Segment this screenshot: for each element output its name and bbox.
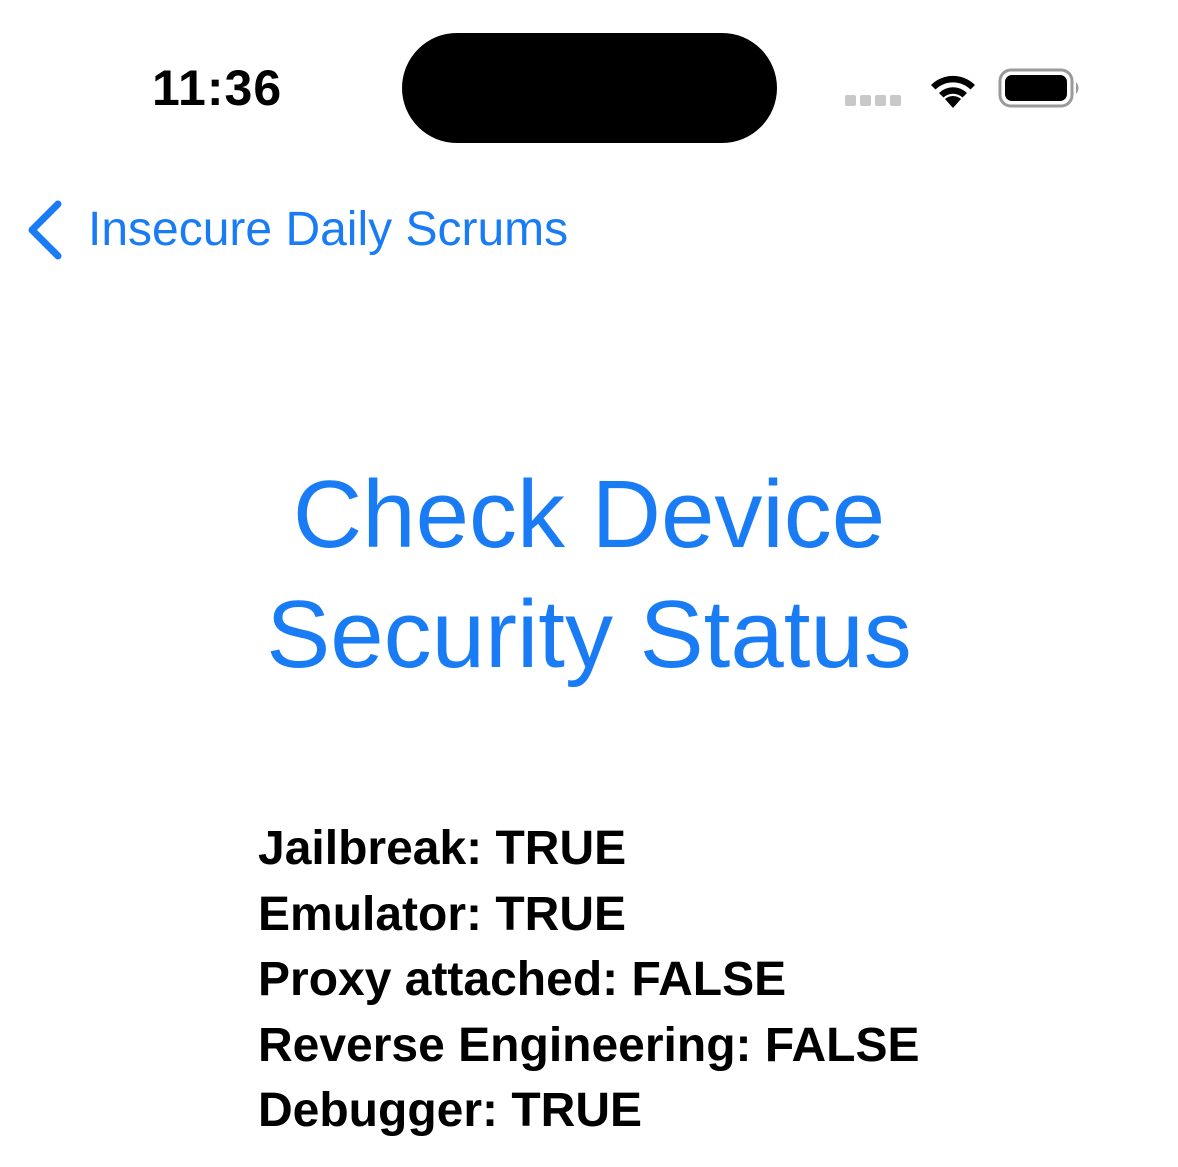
page-title: Check Device Security Status [0,455,1178,695]
security-status-list: Jailbreak: TRUE Emulator: TRUE Proxy att… [258,816,1138,1144]
status-row-debugger: Debugger: TRUE [258,1084,642,1137]
signal-icon [845,95,905,107]
status-row-jailbreak: Jailbreak: TRUE [258,822,627,875]
battery-icon [998,68,1079,108]
status-row-reverse-engineering: Reverse Engineering: FALSE [258,1018,920,1072]
status-row-emulator: Emulator: TRUE [258,887,627,941]
wifi-icon [931,75,975,108]
dynamic-island [402,33,777,143]
back-button[interactable]: Insecure Daily Scrums [22,190,568,270]
status-bar: 11:36 [0,0,1178,150]
back-button-label: Insecure Daily Scrums [88,203,569,256]
status-time: 11:36 [152,60,283,116]
page-title-line-2: Security Status [266,581,912,688]
page-title-line-1: Check Device [292,461,886,568]
chevron-left-icon [28,200,62,260]
status-row-proxy-attached: Proxy attached: FALSE [258,953,787,1006]
